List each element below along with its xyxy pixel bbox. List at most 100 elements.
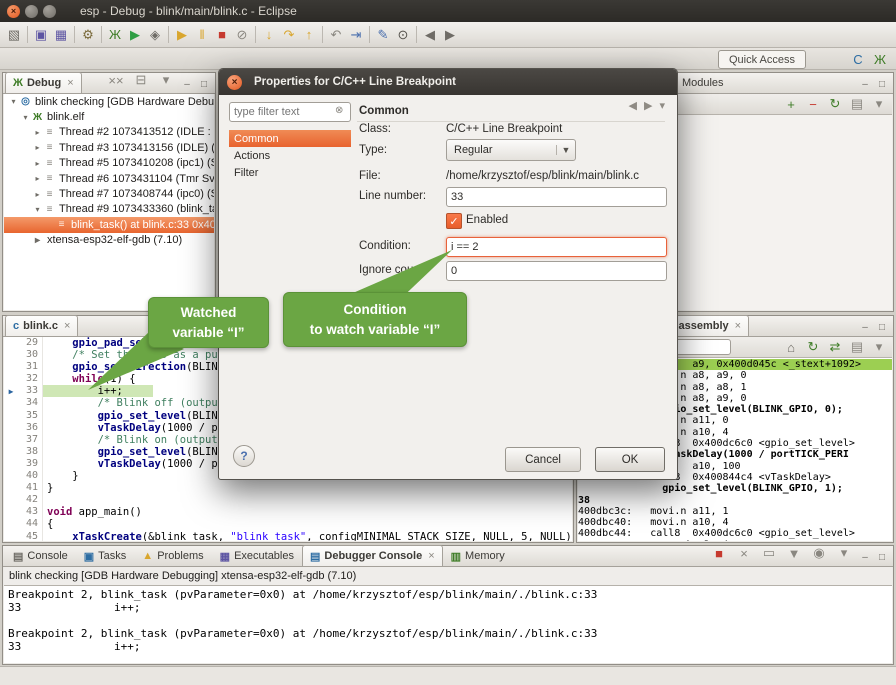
ignore-count-input[interactable] <box>446 261 667 281</box>
close-tab-icon[interactable]: × <box>67 77 73 89</box>
tree-item[interactable]: ▸≡Thread #7 1073408744 (ipc0) (Susp <box>4 186 214 201</box>
terminate-icon[interactable]: ■ <box>212 25 232 45</box>
tree-item[interactable]: ▸≡Thread #3 1073413156 (IDLE) (Susp <box>4 140 214 155</box>
ok-button[interactable]: OK <box>595 447 665 472</box>
maximize-view-icon[interactable]: □ <box>876 322 888 333</box>
instruction-stepping-icon[interactable]: ⇥ <box>346 25 366 45</box>
tree-expander[interactable]: ▸ <box>32 143 43 152</box>
minimize-view-icon[interactable]: – <box>859 552 871 563</box>
maximize-view-icon[interactable]: □ <box>198 79 210 90</box>
code-line[interactable]: 41} <box>4 482 572 494</box>
layout-icon[interactable]: ▤ <box>847 94 867 114</box>
window-minimize-button[interactable] <box>25 5 38 18</box>
type-dropdown[interactable]: Regular ▼ <box>446 139 576 161</box>
enabled-checkbox[interactable]: ✓ <box>446 213 462 229</box>
tab-memory[interactable]: ▥Memory <box>443 545 513 566</box>
filter-input[interactable] <box>229 102 351 122</box>
refresh-icon[interactable]: ↻ <box>803 337 823 357</box>
collapse-all-icon[interactable]: ⊟ <box>131 70 151 90</box>
build-icon[interactable]: ⚙ <box>78 25 98 45</box>
debug-icon[interactable]: Ж <box>105 25 125 45</box>
code-line[interactable]: 43void app_main() <box>4 506 572 518</box>
view-menu-icon[interactable]: ▾ <box>869 337 889 357</box>
minimize-view-icon[interactable]: – <box>181 79 193 90</box>
condition-input[interactable] <box>446 237 667 257</box>
display-console-menu-icon[interactable]: ▾ <box>834 543 854 563</box>
step-into-icon[interactable]: ↓ <box>259 25 279 45</box>
refresh-icon[interactable]: ↻ <box>825 94 845 114</box>
tab-tasks[interactable]: ▣Tasks <box>76 545 135 566</box>
tree-expander[interactable]: ▾ <box>8 97 19 106</box>
tree-item[interactable]: ▾Жblink.elf <box>4 109 214 124</box>
disasm-line[interactable]: vTaskDelay(1000 / portTICK_PERI <box>578 540 892 541</box>
tab-debugger-console[interactable]: ▤Debugger Console× <box>302 545 443 566</box>
tab-problems[interactable]: ▲Problems <box>134 545 211 566</box>
view-menu-icon[interactable]: ▾ <box>156 70 176 90</box>
maximize-view-icon[interactable]: □ <box>876 79 888 90</box>
remove-register-group-icon[interactable]: − <box>803 94 823 114</box>
disasm-line[interactable]: 400dbc44: call8 0x400dc6c0 <gpio_set_lev… <box>578 528 892 539</box>
menu-chevron-icon[interactable]: ▾ <box>659 99 665 112</box>
close-tab-icon[interactable]: × <box>428 550 434 562</box>
terminate-console-icon[interactable]: ■ <box>709 543 729 563</box>
tree-item[interactable]: ▸≡Thread #2 1073413512 (IDLE : Runn <box>4 125 214 140</box>
tab-debug[interactable]: Ж Debug × <box>5 72 82 93</box>
step-return-icon[interactable]: ↑ <box>299 25 319 45</box>
minimize-view-icon[interactable]: – <box>859 322 871 333</box>
maximize-view-icon[interactable]: □ <box>876 552 888 563</box>
tree-expander[interactable]: ▸ <box>32 190 43 199</box>
tree-item[interactable]: ▸≡Thread #5 1073410208 (ipc1) (Susp <box>4 156 214 171</box>
tab-executables[interactable]: ▦Executables <box>212 545 302 566</box>
tree-expander[interactable]: ▸ <box>32 174 43 183</box>
remove-all-terminated-icon[interactable]: ×× <box>106 70 126 90</box>
back-icon[interactable]: ◀ <box>629 99 637 112</box>
tree-item[interactable]: ▾◎blink checking [GDB Hardware Debug <box>4 94 214 109</box>
close-tab-icon[interactable]: × <box>735 320 741 332</box>
quick-access-button[interactable]: Quick Access <box>718 50 806 69</box>
line-number-input[interactable] <box>446 187 667 207</box>
disconnect-icon[interactable]: ⊘ <box>232 25 252 45</box>
drop-to-frame-icon[interactable]: ↶ <box>326 25 346 45</box>
tree-expander[interactable]: ▾ <box>32 205 43 214</box>
disasm-line[interactable]: 400dbc3c: movi.n a11, 1 <box>578 506 892 517</box>
code-line[interactable]: 45 xTaskCreate(&blink_task, "blink_task"… <box>4 531 572 542</box>
run-icon[interactable]: ▶ <box>125 25 145 45</box>
view-menu-icon[interactable]: ▾ <box>869 94 889 114</box>
window-maximize-button[interactable] <box>43 5 56 18</box>
external-tools-icon[interactable]: ◈ <box>145 25 165 45</box>
code-line[interactable]: 44{ <box>4 518 572 530</box>
cancel-button[interactable]: Cancel <box>505 447 581 472</box>
suspend-icon[interactable]: ‖ <box>192 25 212 45</box>
sync-icon[interactable]: ⇄ <box>825 337 845 357</box>
dialog-nav-actions[interactable]: Actions <box>229 147 351 164</box>
step-over-icon[interactable]: ↷ <box>279 25 299 45</box>
new-file-icon[interactable]: ✎ <box>373 25 393 45</box>
dialog-nav-filter[interactable]: Filter <box>229 164 351 181</box>
dialog-close-button[interactable]: × <box>227 75 242 90</box>
close-tab-icon[interactable]: × <box>64 320 70 332</box>
clear-filter-icon[interactable]: ⊗ <box>335 105 343 116</box>
tab-console[interactable]: ▤Console <box>5 545 76 566</box>
minimize-view-icon[interactable]: – <box>859 79 871 90</box>
tree-item[interactable]: ▾≡Thread #9 1073433360 (blink_task <box>4 202 214 217</box>
tree-expander[interactable]: ▸ <box>32 128 43 137</box>
debug-perspective-icon[interactable]: Ж <box>870 49 890 69</box>
tree-expander[interactable]: ▸ <box>32 159 43 168</box>
code-line[interactable]: 42 <box>4 494 572 506</box>
show-source-icon[interactable]: ▤ <box>847 337 867 357</box>
add-register-group-icon[interactable]: + <box>781 94 801 114</box>
search-icon[interactable]: ⊙ <box>393 25 413 45</box>
last-edit-location-icon[interactable]: ◀ <box>420 25 440 45</box>
forward-icon[interactable]: ▶ <box>644 99 652 112</box>
tree-item[interactable]: ▸xtensa-esp32-elf-gdb (7.10) <box>4 233 214 248</box>
tab-blink-c[interactable]: c blink.c × <box>5 315 78 336</box>
tree-item[interactable]: ≡blink_task() at blink.c:33 0x400db <box>4 217 214 232</box>
cpp-perspective-icon[interactable]: C <box>848 49 868 69</box>
tree-expander[interactable]: ▾ <box>20 113 31 122</box>
disasm-line[interactable]: 400dbc40: movi.n a10, 4 <box>578 517 892 528</box>
home-icon[interactable]: ⌂ <box>781 337 801 357</box>
help-button[interactable]: ? <box>233 445 255 467</box>
disasm-line[interactable]: 38 <box>578 495 892 506</box>
remove-console-icon[interactable]: × <box>734 543 754 563</box>
save-all-icon[interactable]: ▦ <box>51 25 71 45</box>
